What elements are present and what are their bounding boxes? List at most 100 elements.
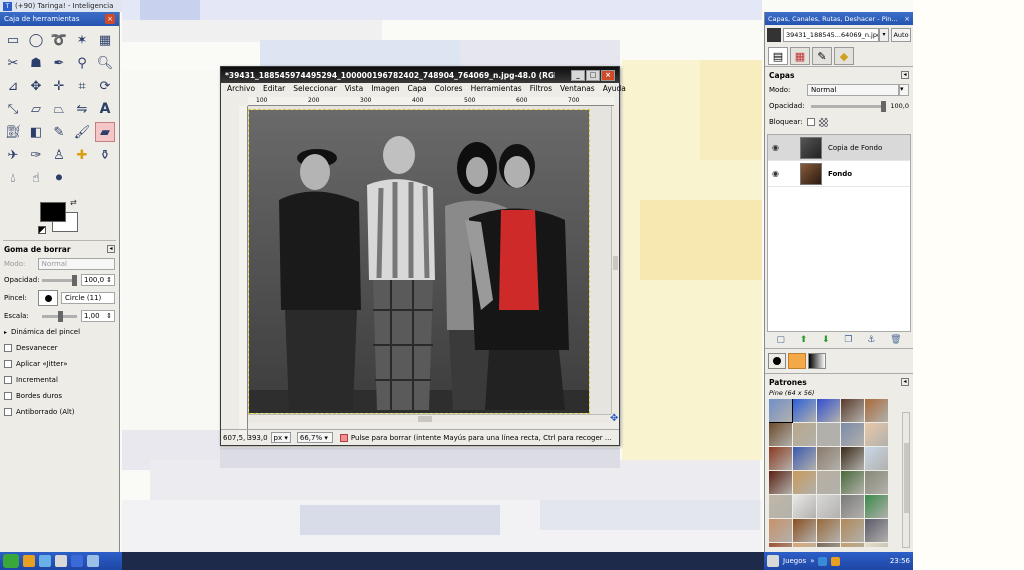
pattern-swatch[interactable]	[817, 447, 840, 470]
perspective-clone-icon[interactable]: ⚱	[95, 145, 115, 165]
zoom-icon[interactable]: 🔍︎	[95, 53, 115, 73]
pattern-swatch[interactable]	[841, 399, 864, 422]
menu-vista[interactable]: Vista	[341, 84, 368, 95]
fuzzy-select-icon[interactable]: ✶	[72, 30, 92, 50]
checkbox-incremental[interactable]: Incremental	[0, 372, 119, 388]
menu-capa[interactable]: Capa	[403, 84, 430, 95]
lower-layer-icon[interactable]: ⬇	[822, 335, 830, 345]
dock-titlebar[interactable]: Capas, Canales, Rutas, Deshacer - Pin...…	[765, 12, 913, 25]
pattern-swatch[interactable]	[841, 543, 864, 547]
quicklaunch-icon[interactable]	[767, 555, 779, 567]
scale-slider[interactable]	[42, 310, 77, 322]
scale-icon[interactable]: ⤡	[3, 99, 23, 119]
pattern-swatch[interactable]	[841, 495, 864, 518]
close-icon[interactable]: ×	[105, 14, 115, 24]
checkbox-jitter[interactable]: Aplicar «Jitter»	[0, 356, 119, 372]
pattern-swatch[interactable]	[769, 423, 792, 446]
eraser-icon[interactable]: ▰	[95, 122, 115, 142]
lock-alpha-icon[interactable]	[819, 117, 828, 127]
pattern-swatch[interactable]	[841, 471, 864, 494]
foreground-select-icon[interactable]: ☗	[26, 53, 46, 73]
menu-ayuda[interactable]: Ayuda	[599, 84, 630, 95]
paintbrush-icon[interactable]: 🖌︎	[72, 122, 92, 142]
zoom-select[interactable]: 66,7% ▾	[296, 432, 333, 443]
pattern-swatch[interactable]	[769, 519, 792, 542]
pattern-swatch[interactable]	[817, 423, 840, 446]
rect-select-icon[interactable]: ▭	[3, 30, 23, 50]
pattern-swatch[interactable]	[793, 495, 816, 518]
shear-icon[interactable]: ▱	[26, 99, 46, 119]
blur-icon[interactable]: 💧︎	[3, 168, 23, 188]
explorer-icon[interactable]	[55, 555, 67, 567]
background-window-title[interactable]: T (+90) Taringa! - Inteligencia	[0, 0, 122, 12]
pattern-swatch[interactable]	[817, 543, 840, 547]
chevron-down-icon[interactable]: ▾	[879, 28, 889, 42]
maximize-icon[interactable]: □	[586, 69, 600, 81]
pattern-swatch[interactable]	[865, 423, 888, 446]
text-icon[interactable]: A	[95, 99, 115, 119]
checkbox-hard-edges[interactable]: Bordes duros	[0, 388, 119, 404]
pattern-swatch[interactable]	[817, 471, 840, 494]
vertical-ruler[interactable]	[239, 106, 248, 440]
lock-pixels-checkbox[interactable]	[807, 118, 815, 126]
bucket-fill-icon[interactable]: ⛽︎	[3, 122, 23, 142]
firefox-icon[interactable]	[23, 555, 35, 567]
layer-mode-select[interactable]: Normal	[807, 84, 899, 96]
brush-preview[interactable]	[38, 290, 58, 306]
delete-layer-icon[interactable]: 🗑︎	[890, 335, 901, 345]
blend-icon[interactable]: ◧	[26, 122, 46, 142]
opacity-spin[interactable]: 100,0 ⇕	[81, 274, 115, 286]
navigate-icon[interactable]: ✥	[610, 414, 620, 424]
pattern-swatch[interactable]	[793, 471, 816, 494]
chevron-down-icon[interactable]: ▾	[899, 84, 909, 96]
pattern-swatch[interactable]	[769, 495, 792, 518]
tab-layers[interactable]: ▤	[768, 47, 788, 65]
ellipse-select-icon[interactable]: ◯	[26, 30, 46, 50]
scale-spin[interactable]: 1,00 ⇕	[81, 310, 115, 322]
brush-dynamics-row[interactable]: ▸ Dinámica del pincel	[0, 324, 119, 340]
tray-icon-2[interactable]	[831, 556, 841, 566]
ink-icon[interactable]: ✑	[26, 145, 46, 165]
pattern-swatch[interactable]	[769, 399, 793, 423]
menu-filtros[interactable]: Filtros	[526, 84, 556, 95]
menu-herramientas[interactable]: Herramientas	[467, 84, 526, 95]
pattern-swatch[interactable]	[865, 495, 888, 518]
unit-select[interactable]: px ▾	[270, 432, 291, 443]
brush-name[interactable]: Circle (11)	[61, 292, 115, 304]
eye-icon[interactable]: ◉	[772, 169, 786, 178]
layer-fondo[interactable]: ◉ Fondo	[768, 161, 910, 187]
pencil-icon[interactable]: ✎	[49, 122, 69, 142]
start-button[interactable]	[3, 554, 19, 568]
perspective-icon[interactable]: ⏢	[49, 99, 69, 119]
menu-archivo[interactable]: Archivo	[223, 84, 259, 95]
layer-opacity-value[interactable]: 100,0	[890, 102, 909, 110]
pattern-swatch[interactable]	[793, 423, 816, 446]
opacity-slider[interactable]	[42, 274, 77, 286]
horizontal-ruler[interactable]: 100 200 300 400 500 600 700	[248, 97, 614, 106]
foreground-color[interactable]	[40, 202, 66, 222]
pattern-swatch[interactable]	[817, 495, 840, 518]
tray-icon-1[interactable]	[818, 556, 828, 566]
pattern-swatch[interactable]	[817, 399, 840, 422]
patterns-scrollbar[interactable]	[902, 412, 910, 548]
pattern-swatch[interactable]	[793, 447, 816, 470]
reset-colors-icon[interactable]	[38, 226, 46, 234]
anchor-layer-icon[interactable]: ⚓	[867, 335, 875, 345]
pattern-swatch[interactable]	[793, 543, 816, 547]
menu-seleccionar[interactable]: Seleccionar	[289, 84, 340, 95]
close-icon[interactable]: ×	[601, 69, 615, 81]
pattern-swatch[interactable]	[817, 519, 840, 542]
clone-icon[interactable]: ♙	[49, 145, 69, 165]
horizontal-scrollbar[interactable]	[248, 414, 611, 423]
rotate-icon[interactable]: ⟳	[95, 76, 115, 96]
paths-icon[interactable]: ✒	[49, 53, 69, 73]
duplicate-layer-icon[interactable]: ❐	[844, 335, 852, 345]
pattern-swatch[interactable]	[865, 399, 888, 422]
free-select-icon[interactable]: ➰	[49, 30, 69, 50]
panel-menu-icon[interactable]: ◂	[901, 71, 909, 79]
pattern-swatch[interactable]	[841, 423, 864, 446]
tab-channels[interactable]: ▦	[790, 47, 810, 65]
heal-icon[interactable]: ✚	[72, 145, 92, 165]
auto-button[interactable]: Auto	[891, 28, 911, 42]
pattern-swatch[interactable]	[865, 447, 888, 470]
